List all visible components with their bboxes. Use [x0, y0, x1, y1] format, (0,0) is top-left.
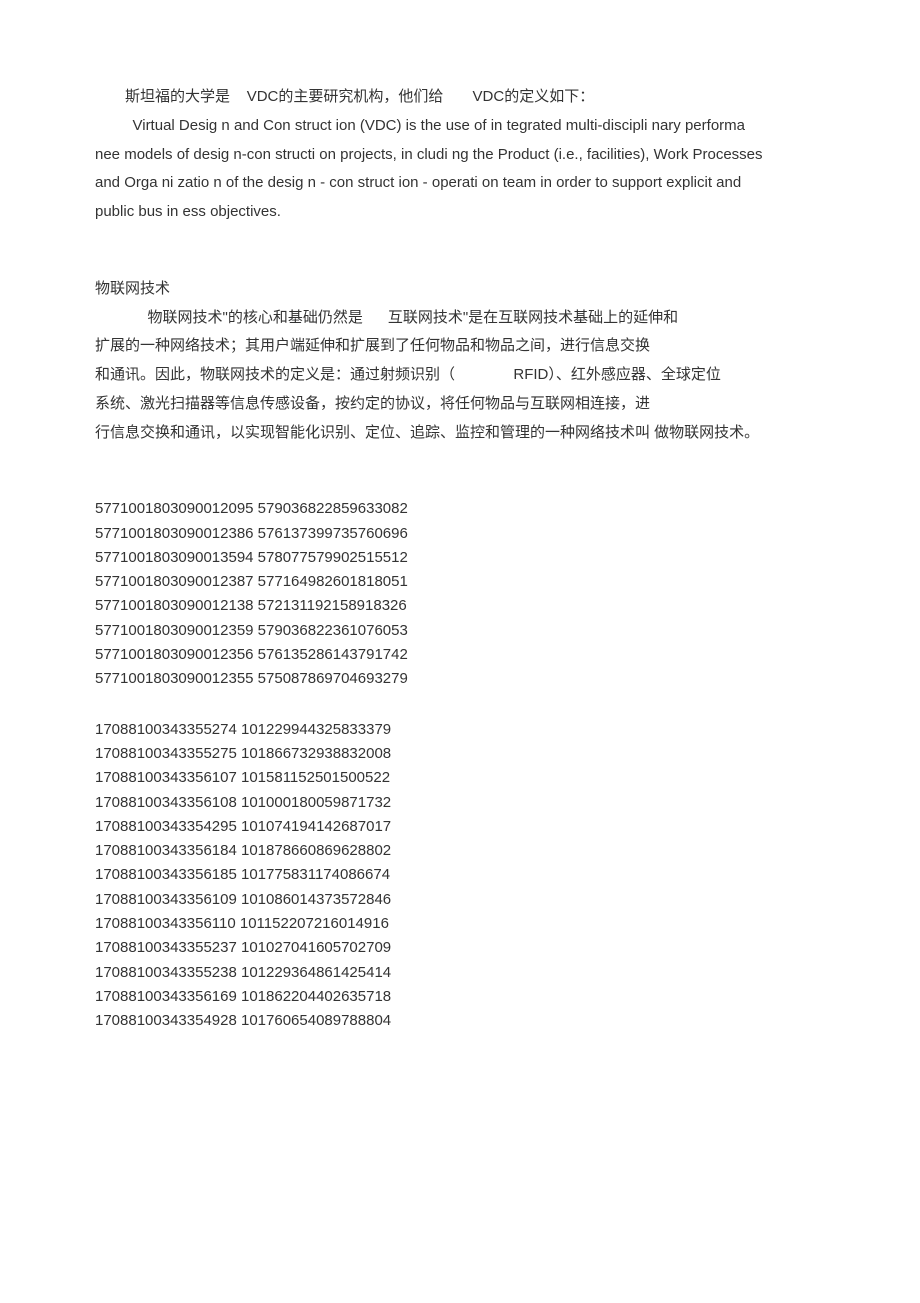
number-line: 17088100343355275 101866732938832008	[95, 742, 825, 766]
text-fragment: RFID）、红外感应器、全球定位	[513, 366, 721, 383]
number-block-2: 17088100343355274 1012299443258333791708…	[95, 718, 825, 1034]
paragraph-1-line-2: Virtual Desig n and Con struct ion (VDC)…	[95, 114, 825, 139]
number-line: 5771001803090012095 579036822859633082	[95, 497, 825, 521]
paragraph-2-line-2: 扩展的一种网络技术；其用户端延伸和扩展到了任何物品和物品之间，进行信息交换	[95, 334, 825, 359]
number-line: 17088100343356109 101086014373572846	[95, 888, 825, 912]
number-line: 5771001803090012356 576135286143791742	[95, 643, 825, 667]
paragraph-1-line-4: and Orga ni zatio n of the desig n - con…	[95, 171, 825, 196]
number-block-1: 5771001803090012095 57903682285963308257…	[95, 497, 825, 691]
number-line: 17088100343356110 101152207216014916	[95, 912, 825, 936]
paragraph-2-line-5: 行信息交换和通讯，以实现智能化识别、定位、追踪、监控和管理的一种网络技术叫 做物…	[95, 421, 825, 446]
text-fragment: 互联网技术"是在互联网技术基础上的延伸和	[388, 309, 678, 326]
text-fragment: VDC的主要研究机构，他们给	[247, 88, 444, 105]
number-line: 17088100343356169 101862204402635718	[95, 985, 825, 1009]
number-line: 5771001803090012386 576137399735760696	[95, 522, 825, 546]
paragraph-2-line-3: 和通讯。因此，物联网技术的定义是：通过射频识别（ RFID）、红外感应器、全球定…	[95, 363, 825, 388]
number-line: 17088100343356185 101775831174086674	[95, 863, 825, 887]
number-line: 5771001803090012355 575087869704693279	[95, 667, 825, 691]
number-line: 17088100343354295 101074194142687017	[95, 815, 825, 839]
number-line: 17088100343356184 101878660869628802	[95, 839, 825, 863]
number-line: 5771001803090013594 578077579902515512	[95, 546, 825, 570]
paragraph-2-line-4: 系统、激光扫描器等信息传感设备，按约定的协议，将任何物品与互联网相连接，进	[95, 392, 825, 417]
text-fragment: VDC的定义如下：	[473, 88, 595, 105]
number-line: 17088100343354928 101760654089788804	[95, 1009, 825, 1033]
number-line: 17088100343355237 101027041605702709	[95, 936, 825, 960]
paragraph-1-line-5: public bus in ess objectives.	[95, 200, 825, 225]
number-line: 5771001803090012138 572131192158918326	[95, 594, 825, 618]
number-line: 5771001803090012387 577164982601818051	[95, 570, 825, 594]
paragraph-1-line-1: 斯坦福的大学是 VDC的主要研究机构，他们给 VDC的定义如下：	[95, 85, 825, 110]
heading-iot: 物联网技术	[95, 277, 825, 302]
text-fragment: 和通讯。因此，物联网技术的定义是：通过射频识别（	[95, 366, 455, 383]
number-line: 17088100343356107 101581152501500522	[95, 766, 825, 790]
paragraph-2-line-1: 物联网技术"的核心和基础仍然是 互联网技术"是在互联网技术基础上的延伸和	[95, 306, 825, 331]
number-line: 5771001803090012359 579036822361076053	[95, 619, 825, 643]
paragraph-1-line-3: nee models of desig n-con structi on pro…	[95, 143, 825, 168]
number-line: 17088100343355238 101229364861425414	[95, 961, 825, 985]
text-fragment: 物联网技术"的核心和基础仍然是	[148, 309, 363, 326]
number-line: 17088100343355274 101229944325833379	[95, 718, 825, 742]
number-line: 17088100343356108 101000180059871732	[95, 791, 825, 815]
text-fragment: 斯坦福的大学是	[125, 88, 230, 105]
